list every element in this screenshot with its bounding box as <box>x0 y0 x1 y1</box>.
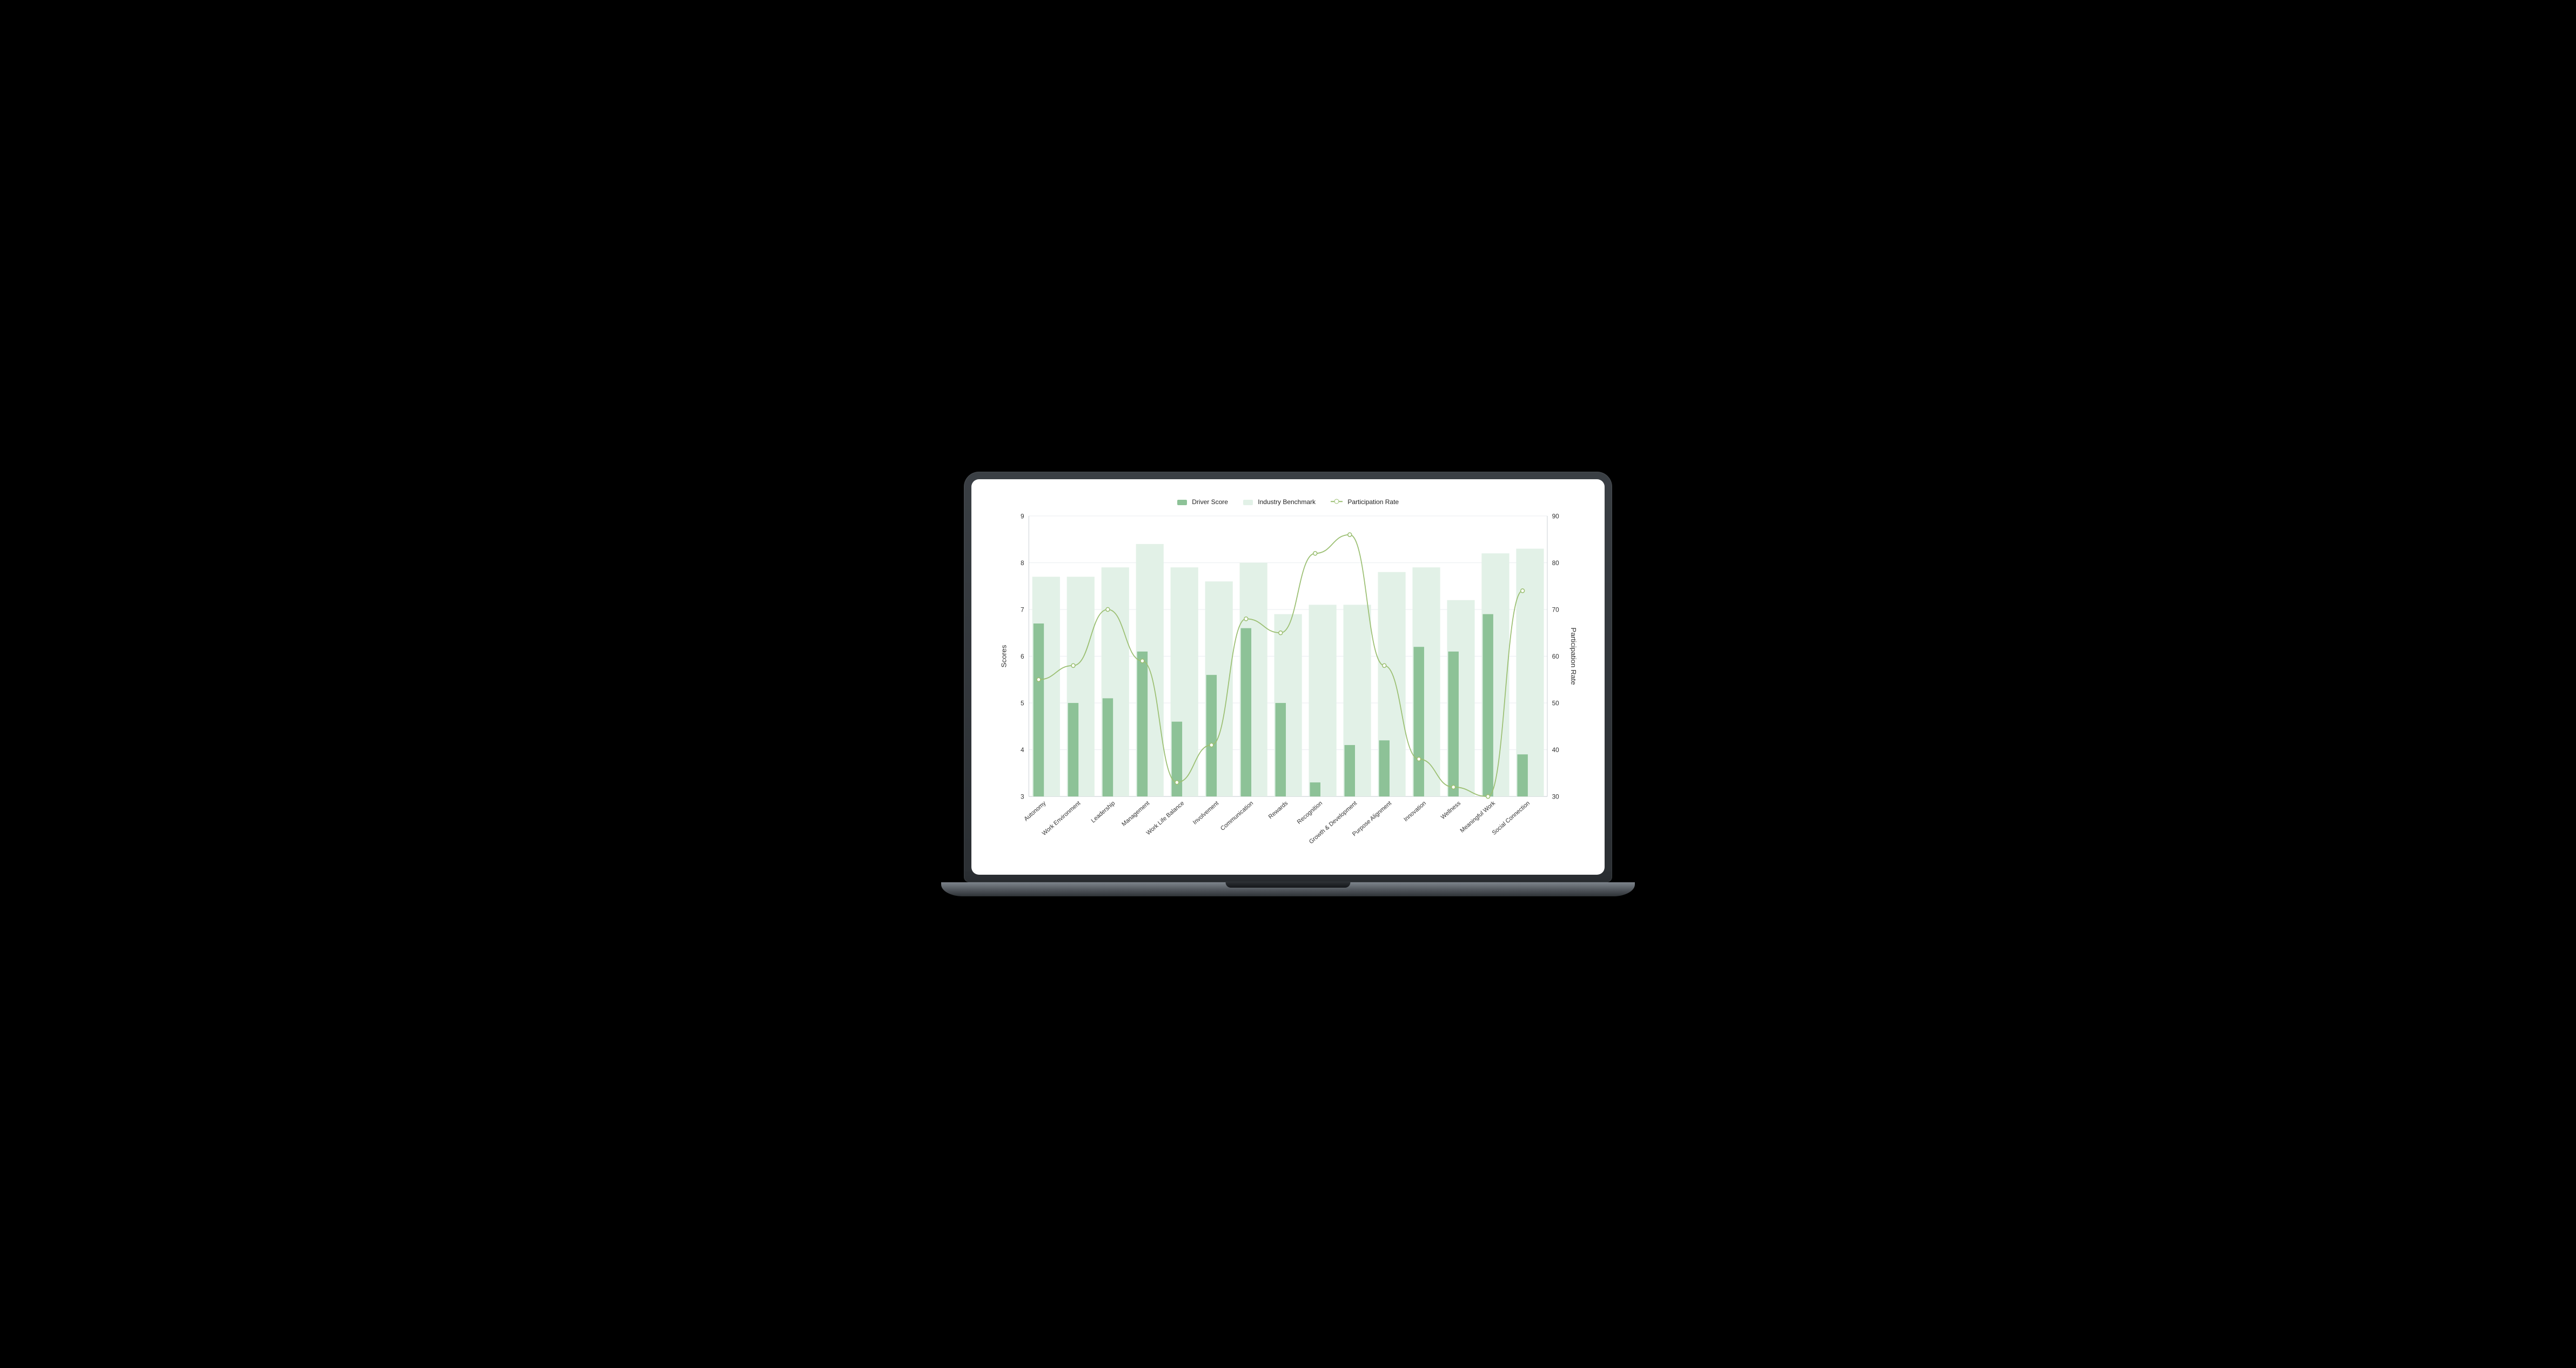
y-right-tick: 40 <box>1552 746 1559 754</box>
participation-point <box>1383 663 1386 667</box>
bar-benchmark <box>1309 605 1336 796</box>
category-label: Wellness <box>1440 800 1462 821</box>
bar-driver-score <box>1240 628 1251 796</box>
laptop-base <box>941 882 1635 896</box>
participation-point <box>1141 659 1144 663</box>
legend-swatch-participation <box>1331 499 1343 504</box>
bar-driver-score <box>1137 652 1148 796</box>
chart-legend: Driver Score Industry Benchmark Particip… <box>997 495 1579 511</box>
category-label: Social Connection <box>1491 800 1531 837</box>
participation-point <box>1244 617 1248 621</box>
category-label: Work Environment <box>1041 800 1082 837</box>
laptop-bezel: Driver Score Industry Benchmark Particip… <box>964 472 1612 883</box>
bar-driver-score <box>1034 623 1044 796</box>
y-left-tick: 5 <box>1021 699 1024 707</box>
bar-driver-score <box>1344 745 1354 796</box>
participation-point <box>1521 589 1525 593</box>
category-label: Management <box>1121 800 1151 828</box>
y-left-tick: 6 <box>1021 653 1024 660</box>
y-left-tick: 9 <box>1021 512 1024 520</box>
bar-driver-score <box>1517 754 1527 796</box>
participation-point <box>1486 795 1490 799</box>
participation-point <box>1417 757 1421 761</box>
bar-driver-score <box>1482 614 1493 796</box>
chart-container: Driver Score Industry Benchmark Particip… <box>997 495 1579 851</box>
bar-driver-score <box>1172 722 1182 796</box>
bar-driver-score <box>1206 675 1217 796</box>
participation-point <box>1279 631 1283 635</box>
participation-point <box>1348 533 1352 537</box>
y-right-tick: 60 <box>1552 653 1559 660</box>
category-label: Leadership <box>1090 800 1116 824</box>
y-left-tick: 4 <box>1021 746 1024 754</box>
y-left-tick: 3 <box>1021 793 1024 800</box>
category-label: Involvement <box>1192 800 1220 826</box>
y-right-tick: 80 <box>1552 559 1559 567</box>
participation-point <box>1175 781 1179 784</box>
y-left-tick: 8 <box>1021 559 1024 567</box>
laptop-screen: Driver Score Industry Benchmark Particip… <box>971 479 1605 875</box>
category-label: Work Life Balance <box>1145 800 1185 837</box>
participation-point <box>1037 678 1041 681</box>
y-right-tick: 70 <box>1552 606 1559 613</box>
stage: Driver Score Industry Benchmark Particip… <box>0 0 2576 1368</box>
bar-driver-score <box>1413 647 1424 796</box>
legend-label-participation: Participation Rate <box>1347 498 1399 506</box>
y-right-tick: 90 <box>1552 512 1559 520</box>
chart-plot: 3 4 5 6 7 8 9 30 40 50 60 70 80 90 AutonomyWork Enviro… <box>997 511 1579 851</box>
legend-item-participation: Participation Rate <box>1331 498 1399 506</box>
legend-swatch-driver <box>1177 500 1187 505</box>
category-label: Recognition <box>1296 800 1324 826</box>
bar-driver-score <box>1448 652 1458 796</box>
y-left-title: Scores <box>999 645 1008 667</box>
legend-label-driver: Driver Score <box>1192 498 1228 506</box>
legend-swatch-benchmark <box>1243 500 1253 505</box>
legend-label-benchmark: Industry Benchmark <box>1258 498 1316 506</box>
category-label: Meaningful Work <box>1459 800 1497 834</box>
legend-item-driver: Driver Score <box>1177 498 1228 506</box>
y-right-tick: 30 <box>1552 793 1559 800</box>
y-right-title: Participation Rate <box>1569 627 1578 685</box>
participation-point <box>1071 663 1075 667</box>
category-label: Autonomy <box>1023 800 1047 822</box>
participation-point <box>1313 552 1317 555</box>
bar-driver-score <box>1068 703 1078 796</box>
category-label: Communication <box>1219 800 1255 833</box>
y-right-tick: 50 <box>1552 699 1559 707</box>
laptop-notch <box>1225 882 1350 888</box>
bar-driver-score <box>1275 703 1285 796</box>
legend-item-benchmark: Industry Benchmark <box>1243 498 1316 506</box>
y-left-tick: 7 <box>1021 606 1024 613</box>
participation-point <box>1106 607 1110 611</box>
category-label: Rewards <box>1267 800 1289 820</box>
participation-point <box>1210 743 1213 747</box>
category-label: Innovation <box>1403 800 1427 823</box>
participation-point <box>1452 785 1455 789</box>
bar-driver-score <box>1379 740 1389 796</box>
chart-svg: 3 4 5 6 7 8 9 30 40 50 60 70 80 90 AutonomyWork Enviro… <box>997 511 1579 851</box>
bar-driver-score <box>1310 782 1320 796</box>
bar-driver-score <box>1103 698 1113 796</box>
laptop-mockup: Driver Score Industry Benchmark Particip… <box>964 472 1612 897</box>
